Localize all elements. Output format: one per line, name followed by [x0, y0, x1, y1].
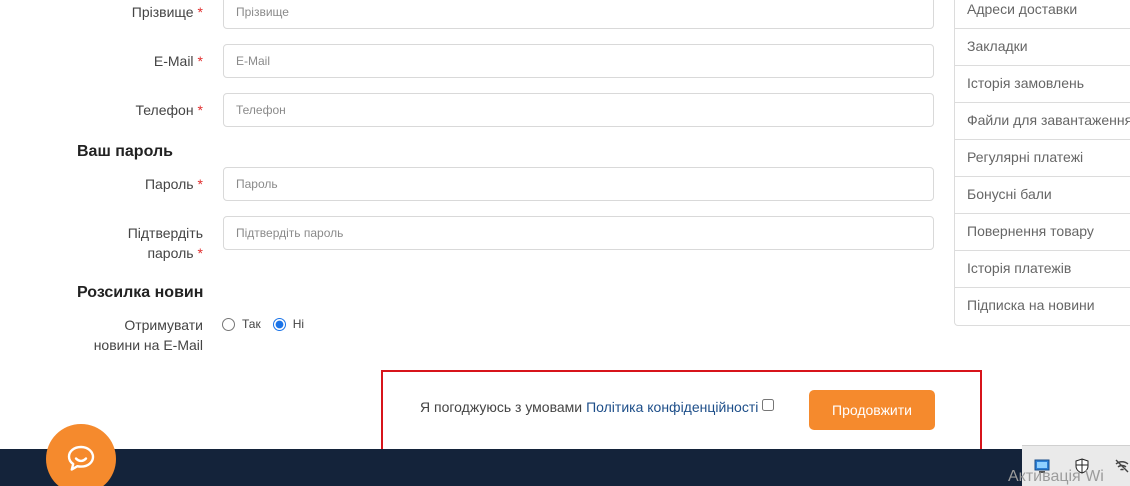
- agreement-highlight-box: Я погоджуюсь з умовами Політика конфіден…: [381, 370, 982, 452]
- lastname-input[interactable]: [223, 0, 934, 29]
- sidebar-item-recurring-payments[interactable]: Регулярні платежі: [955, 140, 1130, 177]
- newsletter-label: Отримувати новини на E-Mail: [93, 317, 203, 353]
- newsletter-no-radio[interactable]: [272, 317, 286, 331]
- lastname-label: Прізвище *: [131, 4, 203, 20]
- phone-input[interactable]: [223, 93, 934, 127]
- page-footer: [0, 449, 1130, 486]
- required-mark: *: [197, 245, 203, 261]
- sidebar-item-order-history[interactable]: Історія замовлень: [955, 66, 1130, 103]
- os-activation-watermark: Активація Wi: [1008, 468, 1104, 485]
- chat-button[interactable]: [46, 424, 116, 486]
- password-section-title: Ваш пароль: [77, 143, 173, 160]
- confirm-password-input[interactable]: [223, 216, 934, 250]
- sidebar-item-bonus-points[interactable]: Бонусні бали: [955, 177, 1130, 214]
- password-input[interactable]: [223, 167, 934, 201]
- newsletter-yes-radio[interactable]: [222, 317, 235, 331]
- sidebar-item-newsletter-subscription[interactable]: Підписка на новини: [955, 288, 1130, 325]
- password-label: Пароль *: [144, 176, 203, 192]
- required-mark: *: [197, 176, 203, 192]
- agreement-text: Я погоджуюсь з умовами Політика конфіден…: [420, 399, 775, 415]
- sidebar-item-payment-history[interactable]: Історія платежів: [955, 251, 1130, 288]
- required-mark: *: [197, 4, 203, 20]
- required-mark: *: [197, 102, 203, 118]
- sidebar-item-downloads[interactable]: Файли для завантаження: [955, 103, 1130, 140]
- newsletter-yes-option[interactable]: Так: [222, 317, 261, 331]
- required-mark: *: [197, 53, 203, 69]
- email-label: E-Mail *: [153, 53, 203, 69]
- sidebar-item-delivery-addresses[interactable]: Адреси доставки: [955, 0, 1130, 29]
- confirm-password-label: Підтвердіть пароль *: [127, 225, 203, 261]
- sidebar-item-bookmarks[interactable]: Закладки: [955, 29, 1130, 66]
- agreement-checkbox[interactable]: [762, 399, 775, 411]
- email-input[interactable]: [223, 44, 934, 78]
- chat-bubble-icon: [67, 445, 95, 471]
- network-off-icon[interactable]: [1114, 458, 1130, 474]
- newsletter-section-title: Розсилка новин: [77, 284, 204, 301]
- privacy-policy-link[interactable]: Політика конфіденційності: [586, 399, 758, 415]
- newsletter-radio-group: Так Ні: [222, 317, 316, 331]
- phone-label: Телефон *: [135, 102, 203, 118]
- sidebar-item-returns[interactable]: Повернення товару: [955, 214, 1130, 251]
- continue-button[interactable]: Продовжити: [809, 390, 935, 430]
- newsletter-no-option[interactable]: Ні: [272, 317, 304, 331]
- account-sidebar: Адреси доставки Закладки Історія замовле…: [954, 0, 1130, 326]
